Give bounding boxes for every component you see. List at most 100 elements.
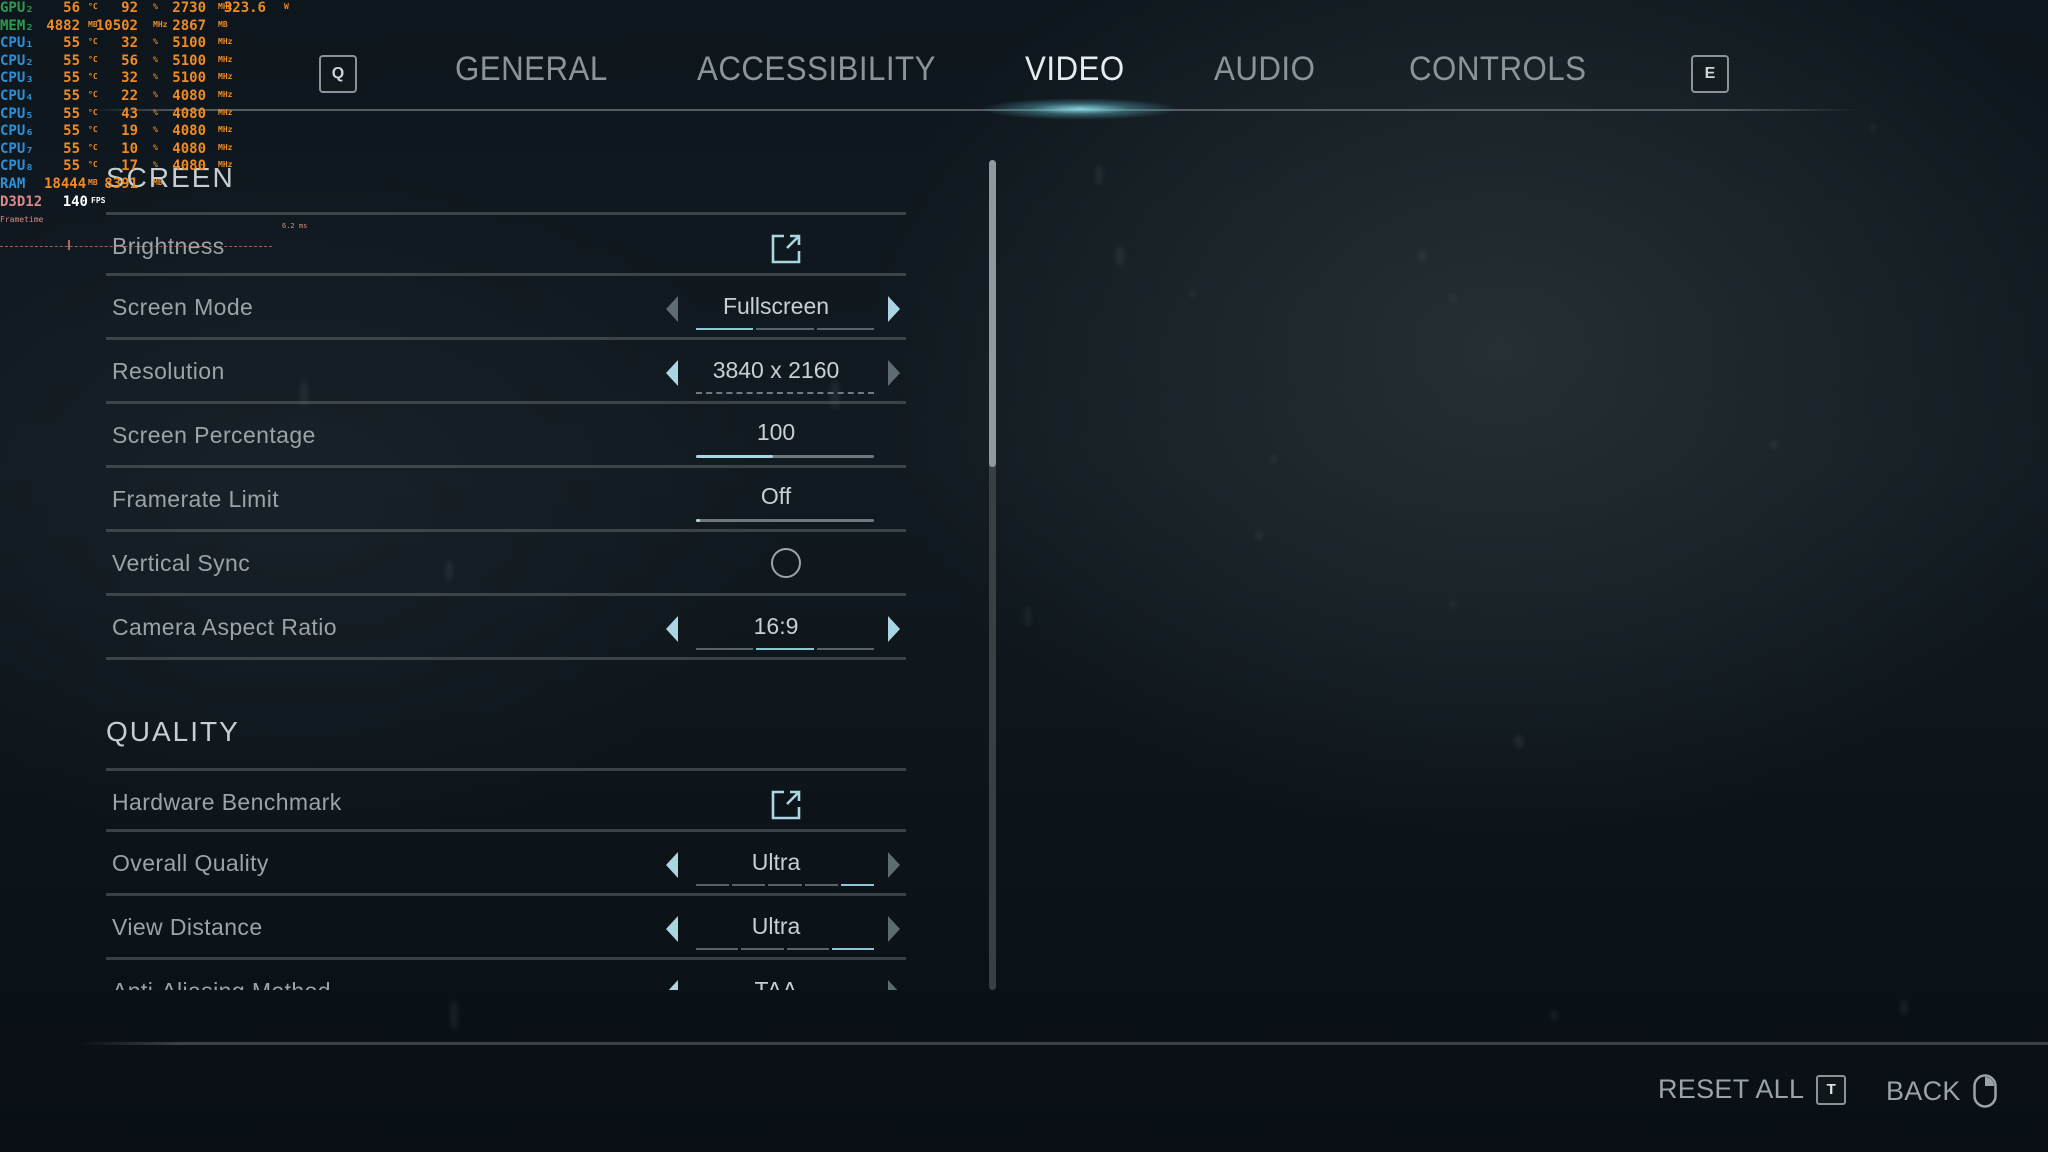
hud-value: 32	[121, 35, 138, 52]
hud-unit: MHz	[218, 54, 233, 64]
hud-value: 32	[121, 70, 138, 87]
performance-overlay: GPU₂ 56 °C 92% 2730 MHz 323.6 W MEM₂ 4882 MB 10502 M…	[0, 0, 289, 229]
anti-aliasing-selector: TAA	[656, 960, 900, 990]
hud-unit: %	[153, 160, 158, 170]
tab-controls[interactable]: CONTROLS	[1409, 50, 1586, 89]
hud-label: CPU₇	[0, 140, 34, 157]
prev-arrow-icon[interactable]	[666, 360, 678, 386]
hud-unit: MB	[218, 19, 228, 29]
hud-value: 56	[63, 0, 80, 16]
setting-value: 16:9	[753, 613, 799, 639]
scrollbar-thumb[interactable]	[989, 160, 996, 468]
setting-label: Hardware Benchmark	[112, 789, 342, 815]
tab-accessibility[interactable]: ACCESSIBILITY	[697, 50, 936, 89]
hud-fps-unit: FPS	[91, 195, 106, 205]
hud-label: CPU₅	[0, 105, 34, 122]
setting-row-camera-aspect-ratio[interactable]: Camera Aspect Ratio 16:9	[106, 596, 906, 660]
option-segment	[696, 948, 739, 950]
setting-row-view-distance[interactable]: View Distance Ultra	[106, 896, 906, 960]
hud-api-label: D3D12	[0, 193, 43, 210]
hud-row: CPU₂ 55 °C 56% 5100 MHz	[0, 53, 232, 71]
external-link-icon[interactable]	[770, 233, 802, 265]
prev-arrow-icon[interactable]	[666, 916, 678, 942]
back-label: BACK	[1886, 1075, 1961, 1106]
toggle-circle-icon[interactable]	[771, 548, 801, 578]
hud-value: 4080	[172, 105, 206, 122]
prev-arrow-icon[interactable]	[666, 980, 678, 990]
setting-row-resolution[interactable]: Resolution 3840 x 2160	[106, 340, 906, 404]
tab-divider	[90, 109, 1860, 111]
slider-track[interactable]	[696, 455, 874, 458]
option-indicator	[696, 884, 875, 886]
hud-unit: MHz	[218, 89, 233, 99]
hud-value: 43	[121, 105, 138, 122]
setting-label: Anti-Aliasing Method	[112, 960, 331, 990]
reset-all-label: RESET ALL	[1658, 1074, 1805, 1104]
hud-value: 92	[121, 0, 138, 16]
next-arrow-icon[interactable]	[888, 916, 900, 942]
setting-row-overall-quality[interactable]: Overall Quality Ultra	[106, 832, 906, 896]
hud-value: 5100	[172, 52, 206, 69]
next-arrow-icon[interactable]	[888, 296, 900, 322]
hud-value: 55	[63, 123, 80, 140]
settings-scrollbar[interactable]	[989, 160, 996, 990]
hud-label: MEM₂	[0, 17, 34, 34]
setting-row-anti-aliasing[interactable]: Anti-Aliasing Method TAA	[106, 960, 906, 990]
next-arrow-icon[interactable]	[888, 360, 900, 386]
option-indicator	[696, 648, 874, 650]
prev-arrow-icon[interactable]	[666, 852, 678, 878]
frametime-graph	[0, 246, 272, 248]
next-arrow-icon[interactable]	[888, 616, 900, 642]
hud-unit: %	[153, 72, 158, 82]
option-indicator	[696, 328, 874, 330]
setting-row-brightness[interactable]: Brightness	[106, 212, 906, 276]
setting-row-vertical-sync[interactable]: Vertical Sync	[106, 532, 906, 596]
hud-label: RAM	[0, 175, 26, 192]
hud-unit: %	[153, 2, 158, 11]
next-arrow-icon[interactable]	[888, 980, 900, 990]
prev-arrow-icon[interactable]	[666, 616, 678, 642]
next-arrow-icon[interactable]	[888, 852, 900, 878]
option-segment	[840, 884, 875, 886]
hud-row: CPU₆ 55 °C 19% 4080 MHz	[0, 123, 232, 141]
hud-value: 10502	[95, 17, 138, 34]
hud-row: CPU₇ 55 °C 10% 4080 MHz	[0, 140, 232, 159]
hardware-benchmark-control	[656, 771, 898, 833]
hud-value: 55	[63, 35, 80, 52]
setting-row-screen-mode[interactable]: Screen Mode Fullscreen	[106, 276, 906, 340]
hud-value: 5100	[172, 35, 206, 52]
next-tab-key-e[interactable]: E	[1691, 55, 1729, 93]
hud-row: RAM 18444 MB 8391 MB	[0, 175, 163, 194]
external-link-icon[interactable]	[770, 789, 802, 821]
prev-tab-key-q[interactable]: Q	[319, 55, 357, 93]
setting-row-framerate-limit[interactable]: Framerate Limit Off	[106, 468, 906, 532]
tab-general[interactable]: GENERAL	[455, 50, 608, 89]
setting-row-screen-percentage[interactable]: Screen Percentage 100	[106, 404, 906, 468]
option-segment	[756, 648, 814, 650]
screen-mode-selector: Fullscreen	[656, 276, 900, 338]
tab-video[interactable]: VIDEO	[1025, 50, 1125, 89]
setting-label: Camera Aspect Ratio	[112, 614, 337, 640]
setting-row-hardware-benchmark[interactable]: Hardware Benchmark	[106, 768, 906, 832]
hud-unit: %	[153, 54, 158, 64]
overall-quality-selector: Ultra	[656, 832, 900, 894]
hud-row: CPU₁ 55 °C 32% 5100 MHz	[0, 35, 232, 53]
tab-audio[interactable]: AUDIO	[1214, 50, 1315, 89]
option-segment	[696, 648, 754, 650]
hud-unit: %	[153, 89, 158, 99]
hud-value: 4080	[172, 87, 206, 104]
option-indicator	[696, 948, 874, 950]
slider-track[interactable]	[696, 519, 874, 522]
reset-all-button[interactable]: RESET ALL T	[1658, 1074, 1847, 1105]
prev-arrow-icon[interactable]	[666, 296, 678, 322]
option-segment	[804, 884, 838, 886]
hud-value: 10	[121, 140, 138, 157]
hud-unit: %	[153, 37, 158, 47]
hud-unit: MHz	[218, 160, 233, 170]
hud-value: 55	[63, 140, 80, 157]
hud-value: 56	[121, 52, 138, 69]
option-segment	[816, 648, 874, 650]
back-button[interactable]: BACK	[1886, 1074, 1997, 1108]
setting-value: Fullscreen	[722, 293, 830, 319]
hud-value: 5100	[172, 70, 206, 87]
